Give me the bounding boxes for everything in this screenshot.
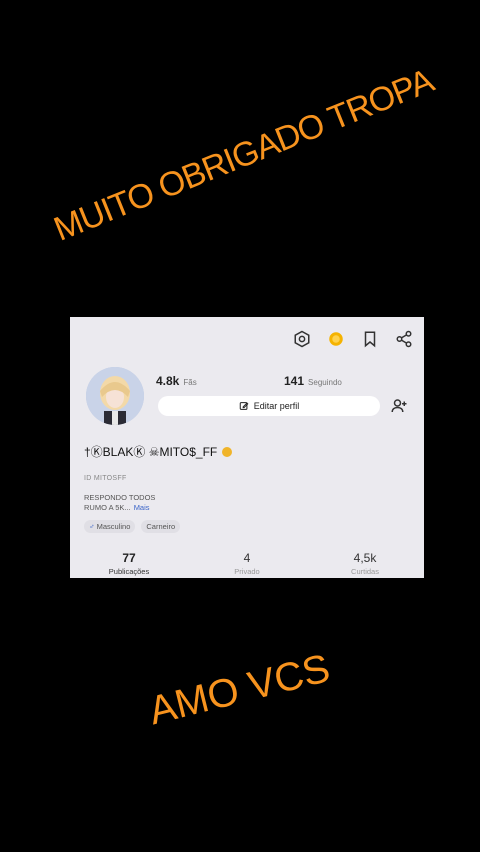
posts-count: 77: [122, 551, 136, 565]
likes-label: Curtidas: [351, 567, 379, 576]
zodiac-tag-label: Carneiro: [146, 522, 176, 531]
username-text: †ⓀBLAKⓀ ☠MITO$_FF: [84, 445, 218, 459]
user-id: ID MITOSFF: [84, 475, 127, 482]
share-icon[interactable]: [394, 329, 414, 349]
content-stats: 77 Publicações 4 Privado 4,5k Curtidas: [70, 551, 424, 576]
bio-line-2: RUMO A 5K...: [84, 503, 131, 512]
top-caption: MUITO OBRIGADO TROPA: [48, 61, 439, 249]
following-count: 141: [284, 374, 305, 388]
bio-more-link[interactable]: Mais: [134, 503, 150, 512]
gender-tag-label: Masculino: [96, 522, 131, 531]
profile-toolbar: [292, 329, 414, 349]
bottom-caption: AMO VCS: [144, 646, 335, 734]
following-label: Seguindo: [308, 378, 342, 387]
profile-card: 4.8k Fãs 141 Seguindo Editar perfil †ⓀBL…: [70, 317, 424, 578]
add-friend-icon[interactable]: [390, 397, 408, 415]
posts-label: Publicações: [108, 567, 150, 576]
edit-profile-label: Editar perfil: [253, 401, 300, 411]
profile-tags: ♂ Masculino Carneiro: [84, 520, 181, 533]
following-stat[interactable]: 141 Seguindo: [284, 374, 342, 388]
settings-icon[interactable]: [292, 329, 312, 349]
zodiac-tag: Carneiro: [141, 520, 181, 533]
tab-private[interactable]: 4 Privado: [188, 551, 306, 576]
tab-likes[interactable]: 4,5k Curtidas: [306, 551, 424, 576]
private-label: Privado: [234, 567, 260, 576]
bio: RESPONDO TODOS RUMO A 5K... Mais: [84, 493, 155, 513]
likes-count: 4,5k: [353, 551, 377, 565]
bookmark-icon[interactable]: [360, 329, 380, 349]
gender-tag: ♂ Masculino: [84, 520, 136, 533]
bio-line-1: RESPONDO TODOS: [84, 493, 156, 502]
fans-label: Fãs: [183, 378, 197, 387]
edit-icon: [239, 402, 249, 410]
avatar[interactable]: [86, 367, 144, 425]
male-icon: ♂: [89, 522, 95, 531]
coin-icon[interactable]: [326, 329, 346, 349]
verified-badge-icon: [222, 446, 233, 457]
fans-stat[interactable]: 4.8k Fãs: [156, 374, 197, 388]
fans-count: 4.8k: [156, 374, 180, 388]
username: †ⓀBLAKⓀ ☠MITO$_FF: [84, 443, 233, 460]
tab-posts[interactable]: 77 Publicações: [70, 551, 188, 576]
private-count: 4: [243, 551, 251, 565]
edit-profile-button[interactable]: Editar perfil: [158, 396, 380, 416]
